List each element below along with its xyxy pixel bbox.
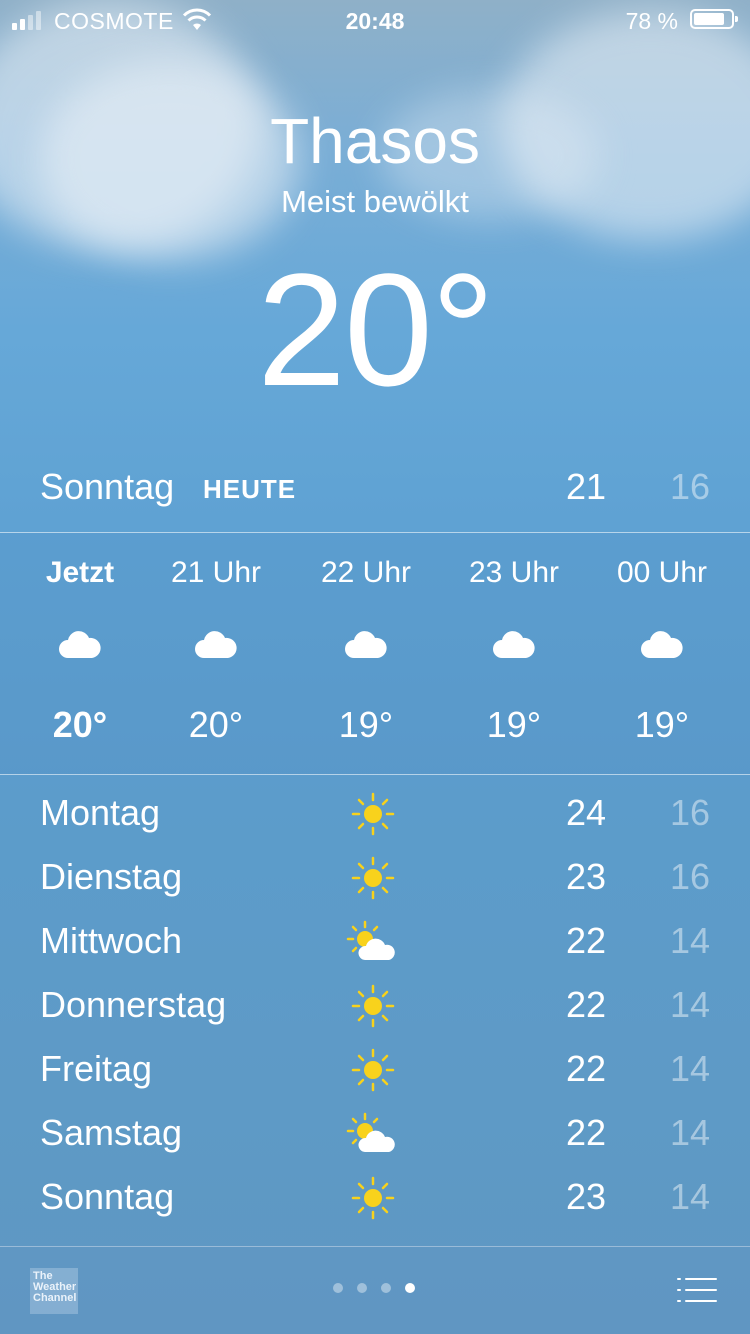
cloud-icon xyxy=(292,630,440,666)
daily-row: Montag 24 16 xyxy=(40,780,710,844)
daily-high: 23 xyxy=(565,1176,606,1217)
daily-high: 22 xyxy=(565,984,606,1025)
weather-condition: Meist bewölkt xyxy=(281,184,469,219)
page-dot[interactable] xyxy=(381,1283,391,1293)
daily-row: Dienstag 23 16 xyxy=(40,844,710,908)
battery-icon xyxy=(690,9,738,29)
daily-high: 22 xyxy=(565,920,606,961)
sun-icon xyxy=(351,1176,395,1220)
hour-temperature: 20° xyxy=(188,704,244,745)
daily-high: 23 xyxy=(565,856,606,897)
hour-label: 22 Uhr xyxy=(320,556,412,589)
daily-high: 22 xyxy=(565,1048,606,1089)
daily-day: Montag xyxy=(40,792,161,833)
weather-channel-logo[interactable]: The Weather Channel xyxy=(30,1268,78,1314)
hour-temperature: 20° xyxy=(52,704,108,745)
daily-high: 22 xyxy=(565,1112,606,1153)
daily-forecast-list[interactable]: Montag 24 16 Dienstag 23 16 Mittwoch 22 … xyxy=(40,780,710,1245)
daily-low: 14 xyxy=(669,1048,710,1089)
divider xyxy=(0,532,750,533)
page-dot[interactable] xyxy=(333,1283,343,1293)
hour-label: 00 Uhr xyxy=(616,556,708,589)
daily-day: Donnerstag xyxy=(40,984,227,1025)
daily-day: Sonntag xyxy=(40,1176,175,1217)
hourly-item: 21 Uhr 20° xyxy=(142,550,290,750)
daily-high: 24 xyxy=(565,792,606,833)
partly-cloudy-icon xyxy=(346,1112,395,1152)
city-name: Thasos xyxy=(270,105,480,177)
daily-row: Sonntag 23 14 xyxy=(40,1164,710,1228)
sun-icon xyxy=(351,792,395,836)
hour-temperature: 19° xyxy=(486,704,542,745)
bottom-toolbar: The Weather Channel xyxy=(0,1246,750,1334)
daily-low: 16 xyxy=(669,792,710,833)
partly-cloudy-icon xyxy=(346,920,395,960)
daily-day: Mittwoch xyxy=(40,920,183,961)
hourly-item: 00 Uhr 19° xyxy=(588,550,736,750)
cloud-icon xyxy=(588,630,736,666)
daily-low: 14 xyxy=(669,920,710,961)
today-low: 16 xyxy=(669,466,710,507)
sun-icon xyxy=(351,984,395,1028)
current-temperature: 20° xyxy=(257,240,495,419)
hourly-item: Jetzt 20° xyxy=(6,550,154,750)
cloud-icon xyxy=(142,630,290,666)
hour-temperature: 19° xyxy=(634,704,690,745)
daily-row: Mittwoch 22 14 xyxy=(40,908,710,972)
hour-label: 23 Uhr xyxy=(468,556,560,589)
page-dot-active[interactable] xyxy=(405,1283,415,1293)
daily-row: Freitag 22 14 xyxy=(40,1036,710,1100)
daily-day: Freitag xyxy=(40,1048,153,1089)
hour-label: Jetzt xyxy=(45,556,115,589)
cloud-icon xyxy=(440,630,588,666)
status-bar: COSMOTE 20:48 78 % xyxy=(0,0,750,40)
hourly-item: 23 Uhr 19° xyxy=(440,550,588,750)
cloud-icon xyxy=(6,630,154,666)
daily-row: Samstag 22 14 xyxy=(40,1100,710,1164)
today-badge: HEUTE xyxy=(203,474,297,504)
city-list-icon[interactable] xyxy=(676,1276,718,1304)
today-high: 21 xyxy=(565,466,606,507)
page-dot[interactable] xyxy=(357,1283,367,1293)
sun-icon xyxy=(351,1048,395,1092)
sun-icon xyxy=(351,856,395,900)
page-indicator[interactable] xyxy=(333,1283,423,1295)
daily-low: 14 xyxy=(669,1112,710,1153)
daily-low: 14 xyxy=(669,984,710,1025)
today-day: Sonntag xyxy=(40,466,175,507)
hourly-item: 22 Uhr 19° xyxy=(292,550,440,750)
daily-day: Dienstag xyxy=(40,856,183,897)
daily-day: Samstag xyxy=(40,1112,183,1153)
hour-label: 21 Uhr xyxy=(170,556,262,589)
daily-row: Donnerstag 22 14 xyxy=(40,972,710,1036)
today-row: Sonntag HEUTE 21 16 xyxy=(40,462,710,508)
battery-percent: 78 % xyxy=(625,8,678,34)
daily-low: 16 xyxy=(669,856,710,897)
daily-low: 14 xyxy=(669,1176,710,1217)
hour-temperature: 19° xyxy=(338,704,394,745)
divider xyxy=(0,774,750,775)
